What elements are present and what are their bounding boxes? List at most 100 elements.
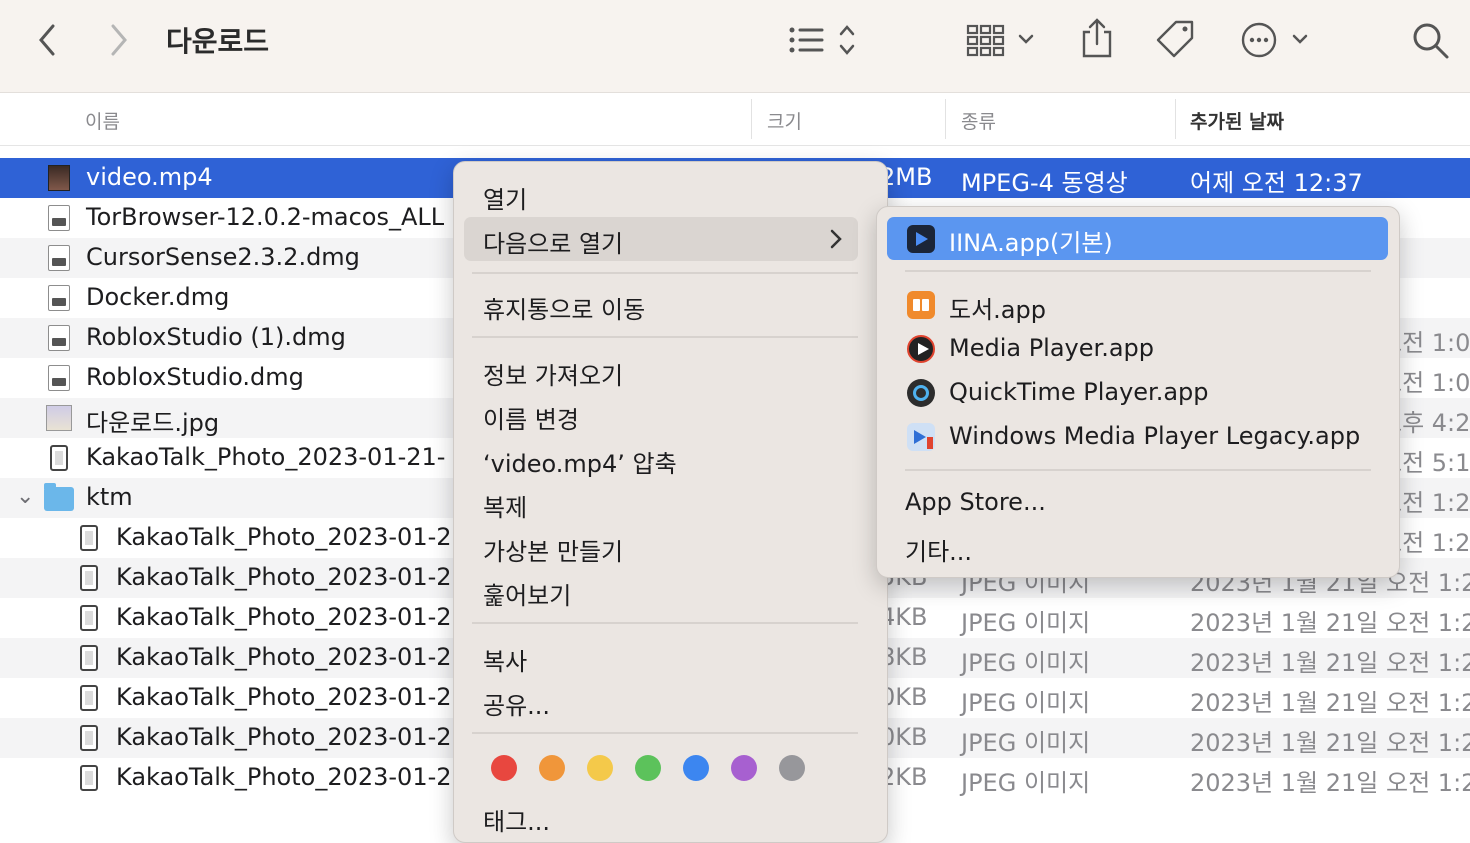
submenu-item-app-store[interactable]: App Store... xyxy=(905,488,1046,516)
tag-color-dot[interactable] xyxy=(539,755,565,781)
submenu-item-windows-media-player[interactable]: Windows Media Player Legacy.app xyxy=(949,422,1360,450)
file-kind: JPEG 이미지 xyxy=(961,609,1091,637)
windows-media-player-app-icon xyxy=(907,423,935,451)
column-divider[interactable] xyxy=(945,99,946,139)
menu-separator xyxy=(905,469,1371,471)
file-name: RobloxStudio (1).dmg xyxy=(86,323,346,351)
menu-item-label: 다음으로 열기 xyxy=(483,230,624,258)
tag-icon xyxy=(1156,20,1194,58)
submenu-item-quicktime[interactable]: QuickTime Player.app xyxy=(949,378,1209,406)
disk-image-icon xyxy=(48,205,70,231)
menu-item-tags[interactable]: 태그... xyxy=(483,802,550,837)
menu-item-duplicate[interactable]: 복제 xyxy=(483,488,527,523)
file-date: 2023년 1월 21일 오전 1:2 xyxy=(1190,609,1470,637)
file-kind: JPEG 이미지 xyxy=(961,729,1091,757)
tag-color-dot[interactable] xyxy=(683,755,709,781)
tag-color-dot[interactable] xyxy=(731,755,757,781)
column-date-added[interactable]: 추가된 날짜 xyxy=(1190,107,1284,134)
share-button[interactable] xyxy=(1078,16,1116,60)
photo-file-icon xyxy=(80,685,98,711)
column-kind[interactable]: 종류 xyxy=(961,107,996,134)
tag-color-dot[interactable] xyxy=(635,755,661,781)
column-divider[interactable] xyxy=(751,99,752,139)
open-with-submenu: IINA.app(기본) 도서.app Media Player.app Qui… xyxy=(876,206,1400,578)
video-file-icon xyxy=(48,165,70,191)
tag-color-dot[interactable] xyxy=(779,755,805,781)
submenu-item-other[interactable]: 기타... xyxy=(905,532,972,567)
back-button[interactable] xyxy=(30,22,64,58)
file-date: 2023년 1월 21일 오전 1:2 xyxy=(1190,649,1470,677)
disk-image-icon xyxy=(48,285,70,311)
image-file-icon xyxy=(46,405,72,431)
file-name: KakaoTalk_Photo_2023-01-2 xyxy=(116,563,452,591)
file-name: RobloxStudio.dmg xyxy=(86,363,304,391)
file-name: 다운로드.jpg xyxy=(86,409,220,437)
photo-file-icon xyxy=(80,765,98,791)
file-name: KakaoTalk_Photo_2023-01-2 xyxy=(116,523,452,551)
file-date: 2023년 1월 21일 오전 1:2 xyxy=(1190,769,1470,797)
group-button[interactable] xyxy=(964,20,1040,60)
tags-button[interactable] xyxy=(1154,18,1198,62)
menu-separator xyxy=(472,732,858,734)
file-kind: JPEG 이미지 xyxy=(961,689,1091,717)
forward-button[interactable] xyxy=(102,22,136,58)
column-header: 이름 크기 종류 추가된 날짜 xyxy=(0,93,1470,146)
search-button[interactable] xyxy=(1410,20,1452,62)
menu-item-open-with[interactable]: 다음으로 열기 xyxy=(464,217,858,261)
submenu-item-media-player[interactable]: Media Player.app xyxy=(949,334,1154,362)
disk-image-icon xyxy=(48,245,70,271)
submenu-item-books[interactable]: 도서.app xyxy=(949,290,1046,325)
menu-separator xyxy=(472,272,858,274)
photo-file-icon xyxy=(50,445,68,471)
file-kind: MPEG-4 동영상 xyxy=(961,169,1128,197)
photo-file-icon xyxy=(80,525,98,551)
menu-item-make-alias[interactable]: 가상본 만들기 xyxy=(483,532,623,567)
search-icon xyxy=(1413,23,1449,59)
quicktime-app-icon xyxy=(907,379,935,407)
tag-color-dot[interactable] xyxy=(491,755,517,781)
context-menu: 열기 다음으로 열기 휴지통으로 이동 정보 가져오기 이름 변경 ‘video… xyxy=(453,161,888,843)
ellipsis-circle-icon xyxy=(1241,22,1308,58)
menu-item-quick-look[interactable]: 훑어보기 xyxy=(483,576,571,611)
photo-file-icon xyxy=(80,645,98,671)
file-name: KakaoTalk_Photo_2023-01-2 xyxy=(116,723,452,751)
menu-item-copy[interactable]: 복사 xyxy=(483,642,527,677)
file-kind: JPEG 이미지 xyxy=(961,649,1091,677)
file-date: 2023년 1월 21일 오전 1:2 xyxy=(1190,729,1470,757)
file-name: KakaoTalk_Photo_2023-01-2 xyxy=(116,763,452,791)
toolbar: 다운로드 xyxy=(0,0,1470,93)
photo-file-icon xyxy=(80,565,98,591)
share-icon xyxy=(1082,18,1112,58)
column-size[interactable]: 크기 xyxy=(767,107,802,134)
menu-item-move-to-trash[interactable]: 휴지통으로 이동 xyxy=(483,290,645,325)
more-actions-button[interactable] xyxy=(1240,20,1312,60)
chevron-right-icon xyxy=(830,229,842,249)
menu-separator xyxy=(472,622,858,624)
submenu-item-default-app[interactable]: IINA.app(기본) xyxy=(887,217,1388,260)
file-date: 2023년 1월 21일 오전 1:2 xyxy=(1190,689,1470,717)
column-divider[interactable] xyxy=(1175,99,1176,139)
chevron-left-icon xyxy=(39,24,55,56)
tag-color-dot[interactable] xyxy=(587,755,613,781)
menu-item-share[interactable]: 공유... xyxy=(483,686,550,721)
view-options-button[interactable] xyxy=(786,22,862,58)
file-kind: JPEG 이미지 xyxy=(961,769,1091,797)
column-name[interactable]: 이름 xyxy=(85,107,120,134)
window-title: 다운로드 xyxy=(166,25,270,58)
menu-item-compress[interactable]: ‘video.mp4’ 압축 xyxy=(483,444,677,479)
submenu-item-label: IINA.app(기본) xyxy=(949,229,1113,257)
disclosure-chevron-icon[interactable]: ⌄ xyxy=(16,484,34,509)
file-name: Docker.dmg xyxy=(86,283,230,311)
disk-image-icon xyxy=(48,325,70,351)
photo-file-icon xyxy=(80,725,98,751)
media-player-app-icon xyxy=(907,335,935,363)
menu-item-open[interactable]: 열기 xyxy=(483,180,527,215)
menu-item-get-info[interactable]: 정보 가져오기 xyxy=(483,356,623,391)
menu-separator xyxy=(905,270,1371,272)
file-name: KakaoTalk_Photo_2023-01-2 xyxy=(116,643,452,671)
folder-icon xyxy=(44,483,74,511)
menu-item-rename[interactable]: 이름 변경 xyxy=(483,400,579,435)
menu-separator xyxy=(472,336,858,338)
grid-group-icon xyxy=(966,24,1034,57)
folder-name: ktm xyxy=(86,483,133,511)
